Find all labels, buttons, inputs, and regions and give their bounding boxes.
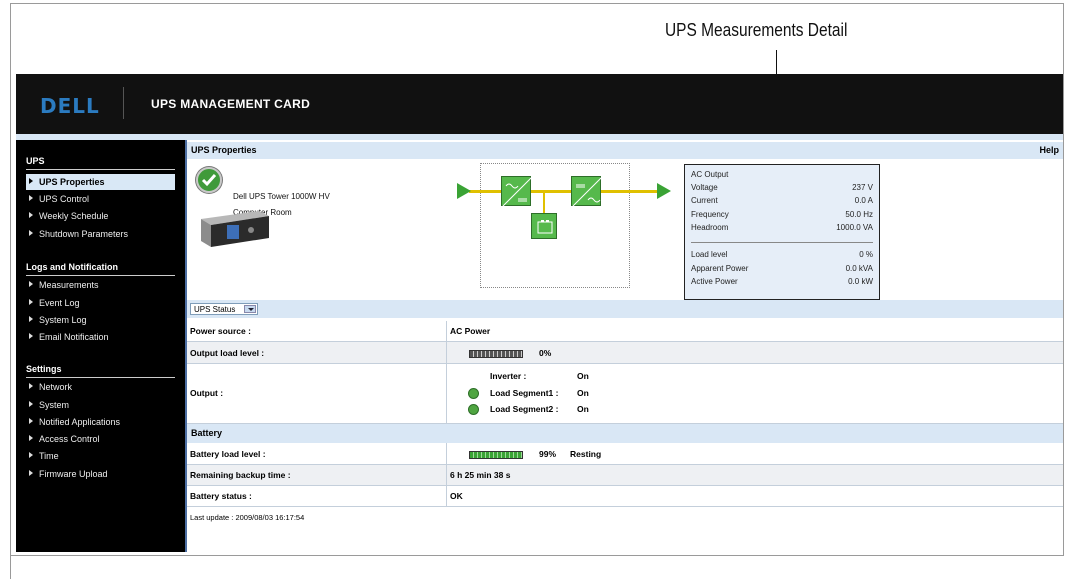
sidebar-item-ups-properties[interactable]: UPS Properties [26, 174, 175, 190]
power-line [469, 190, 665, 193]
check-icon [196, 167, 222, 193]
sidebar-item-notified-applications[interactable]: Notified Applications [26, 414, 175, 430]
product-name: Dell UPS Tower 1000W HV [233, 192, 330, 201]
chevron-right-icon [29, 316, 33, 322]
measurement-current: Current 0.0 A [691, 196, 873, 205]
table-row-battery-load: Battery load level : 99% Resting [187, 443, 1063, 465]
header-title: UPS MANAGEMENT CARD [151, 97, 311, 111]
chevron-right-icon [29, 212, 33, 218]
chevron-right-icon [29, 299, 33, 305]
sidebar-section-divider [26, 377, 175, 378]
sidebar-item-shutdown-parameters[interactable]: Shutdown Parameters [26, 226, 175, 242]
chevron-right-icon [29, 418, 33, 424]
main-content: UPS Properties Help Dell UPS Tower 1000W… [187, 140, 1063, 552]
measurements-divider [691, 242, 873, 243]
sidebar-item-firmware-upload[interactable]: Firmware Upload [26, 466, 175, 482]
chevron-right-icon [29, 333, 33, 339]
chevron-right-icon [29, 281, 33, 287]
sidebar-item-measurements[interactable]: Measurements [26, 277, 175, 293]
chevron-right-icon [29, 178, 33, 184]
sidebar-item-email-notification[interactable]: Email Notification [26, 329, 175, 345]
ups-device-image [197, 205, 272, 249]
chevron-right-icon [29, 435, 33, 441]
last-update: Last update : 2009/08/03 16:17:54 [190, 513, 305, 522]
sidebar-item-ups-control[interactable]: UPS Control [26, 191, 175, 207]
sidebar-item-event-log[interactable]: Event Log [26, 295, 175, 311]
segment-status-icon [468, 388, 479, 399]
sidebar-item-system[interactable]: System [26, 397, 175, 413]
inverter-icon [571, 176, 602, 207]
dell-logo: DELL [40, 94, 100, 118]
battery-icon [531, 213, 557, 239]
table-row-battery-status: Battery status : OK [187, 486, 1063, 507]
status-select[interactable]: UPS Status [190, 303, 258, 315]
sidebar-item-time[interactable]: Time [26, 448, 175, 464]
battery-connection [543, 192, 545, 214]
sidebar-section-divider [26, 275, 175, 276]
measurement-active-power: Active Power 0.0 kW [691, 277, 873, 286]
measurement-load-level: Load level 0 % [691, 250, 873, 259]
panel-title: UPS Properties [191, 145, 257, 155]
panel-header: UPS Properties Help [187, 142, 1063, 159]
rectifier-icon [501, 176, 532, 207]
chevron-right-icon [29, 195, 33, 201]
sidebar-item-system-log[interactable]: System Log [26, 312, 175, 328]
battery-section-header: Battery [187, 424, 1063, 443]
sidebar-item-network[interactable]: Network [26, 379, 175, 395]
chevron-right-icon [29, 470, 33, 476]
header-divider [123, 87, 124, 119]
measurement-frequency: Frequency 50.0 Hz [691, 210, 873, 219]
app-header: DELL UPS MANAGEMENT CARD [16, 74, 1063, 134]
status-selector-bar: UPS Status [187, 300, 1063, 318]
table-row-backup-time: Remaining backup time : 6 h 25 min 38 s [187, 465, 1063, 486]
table-row-output-load: Output load level : 0% [187, 342, 1063, 364]
output-arrow-icon [657, 183, 671, 199]
sidebar: UPS UPS Properties UPS Control Weekly Sc… [16, 140, 185, 552]
chevron-right-icon [29, 452, 33, 458]
measurement-apparent-power: Apparent Power 0.0 kVA [691, 264, 873, 273]
figure-frame-extension [10, 556, 11, 579]
chevron-right-icon [29, 383, 33, 389]
sidebar-section-settings: Settings [26, 364, 62, 374]
measurements-box: AC Output Voltage 237 V Current 0.0 A Freq… [684, 164, 880, 300]
measurement-headroom: Headroom 1000.0 VA [691, 223, 873, 232]
input-arrow-icon [457, 183, 471, 199]
table-row-power-source: Power source : AC Power [187, 321, 1063, 342]
chevron-right-icon [29, 230, 33, 236]
sidebar-section-logs: Logs and Notification [26, 262, 118, 272]
sidebar-item-weekly-schedule[interactable]: Weekly Schedule [26, 208, 175, 224]
callout-title: UPS Measurements Detail [665, 20, 848, 40]
help-link[interactable]: Help [1039, 142, 1059, 159]
measurements-heading: AC Output [691, 170, 729, 179]
output-load-bar [469, 349, 523, 358]
segment-status-icon [468, 404, 479, 415]
measurement-voltage: Voltage 237 V [691, 183, 873, 192]
sidebar-section-ups: UPS [26, 156, 45, 166]
dropdown-arrow-icon[interactable] [244, 305, 256, 313]
table-row-output: Output : Inverter : On Load Segment1 : O… [187, 364, 1063, 424]
sidebar-section-divider [26, 169, 175, 170]
chevron-right-icon [29, 401, 33, 407]
sidebar-item-access-control[interactable]: Access Control [26, 431, 175, 447]
battery-load-bar [469, 450, 523, 459]
